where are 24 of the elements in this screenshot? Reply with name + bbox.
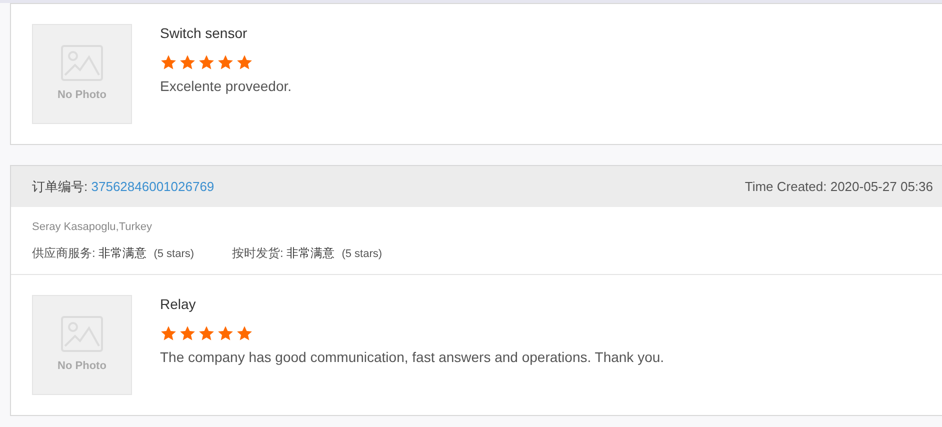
no-photo-label: No Photo [58, 358, 106, 374]
star-icon [160, 54, 177, 71]
product-name: Switch sensor [160, 24, 248, 42]
no-photo-label: No Photo [58, 88, 106, 103]
buyer-name: Seray Kasapoglu,Turkey [32, 220, 154, 235]
star-icon [179, 54, 196, 71]
star-icon [179, 325, 196, 342]
star-icon [236, 54, 253, 71]
star-icon [198, 325, 215, 342]
rating-note: (5 stars) [154, 246, 194, 262]
product-name: Relay [160, 295, 197, 313]
order-label: 订单编号: [32, 178, 88, 194]
star-icon [198, 54, 215, 71]
order-number-link[interactable]: 37562846001026769 [91, 178, 214, 194]
rating-note: (5 stars) [342, 246, 382, 262]
star-icon [160, 325, 177, 342]
star-icon [217, 325, 234, 342]
star-icon [236, 325, 253, 342]
rating-label: 供应商服务: 非常满意 [32, 244, 147, 262]
review-comment: The company has good communication, fast answers and operations. Thank you. [160, 348, 664, 366]
time-created: Time Created: 2020-05-27 05:36 [744, 178, 933, 196]
review-comment: Excelente proveedor. [160, 77, 292, 95]
star-icon [217, 54, 234, 71]
rating-label: 按时发货: 非常满意 [232, 244, 335, 262]
